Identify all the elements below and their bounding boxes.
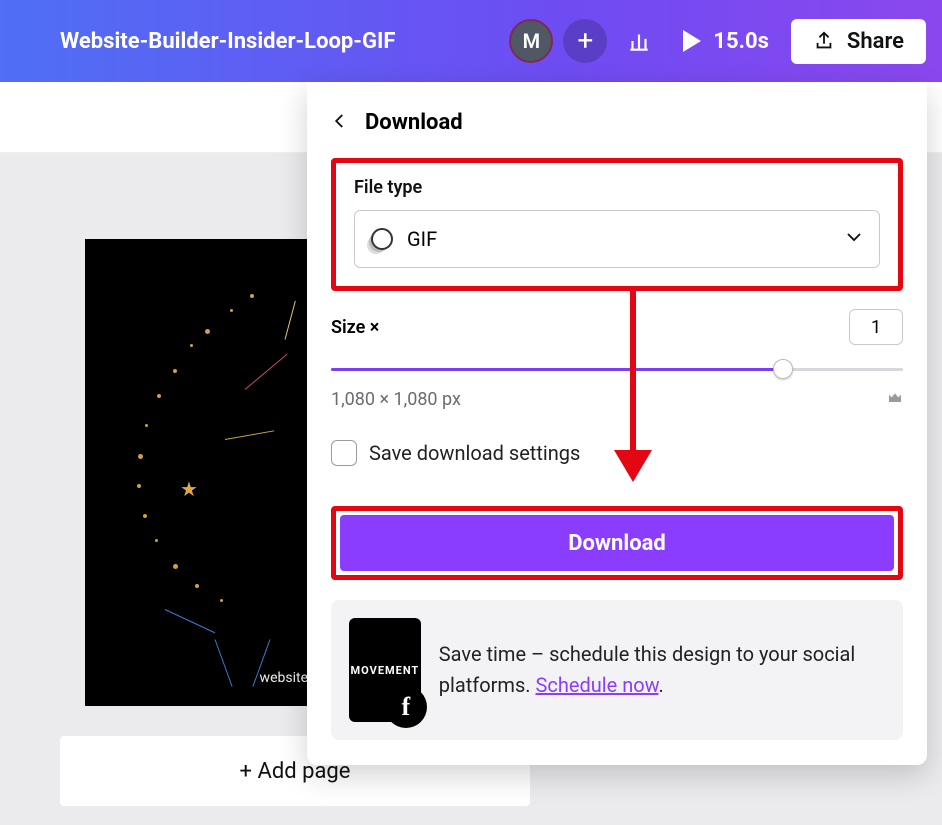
sparkle-dot [195,584,199,588]
sparkle-dot [190,344,193,347]
play-icon [683,30,701,52]
star-icon: ★ [180,477,198,501]
duration-text: 15.0s [713,29,769,54]
sparkle-dot [145,424,148,427]
size-slider[interactable] [331,359,903,379]
file-type-select[interactable]: GIF [354,210,880,268]
download-button[interactable]: Download [340,515,894,571]
dimensions-text: 1,080 × 1,080 px [331,389,461,410]
sparkle-dot [157,394,161,398]
dimensions-row: 1,080 × 1,080 px [331,389,903,410]
sparkle-dot [173,564,178,569]
design-title[interactable]: Website-Builder-Insider-Loop-GIF [16,29,499,54]
user-avatar[interactable]: M [509,19,553,63]
promo-thumbnail: MOVEMENT f [349,618,421,722]
play-duration-button[interactable]: 15.0s [671,29,781,54]
download-panel: Download File type GIF Size × 1,080 × 1,… [307,82,927,765]
gif-icon [371,228,393,250]
spark-line [225,430,274,440]
slider-thumb[interactable] [773,359,793,379]
sparkle-dot [250,294,254,298]
promo-text-suffix: . [659,673,664,697]
annotation-download-highlight: Download [331,506,903,580]
back-button[interactable] [331,107,349,137]
sparkle-dot [230,309,233,312]
spark-line [215,639,233,686]
sparkle-dot [205,329,210,334]
sparkle-dot [220,599,223,602]
sparkle-dot [155,539,158,542]
size-label: Size × [331,317,379,338]
promo-text: Save time – schedule this design to your… [439,639,885,701]
file-type-value: GIF [407,227,437,251]
top-bar: Website-Builder-Insider-Loop-GIF M + 15.… [0,0,942,82]
spark-line [165,609,215,633]
schedule-now-link[interactable]: Schedule now [536,673,659,697]
chevron-down-icon [845,227,863,251]
sparkle-dot [173,369,177,373]
bar-chart-icon [626,28,652,54]
facebook-badge: f [385,686,427,728]
panel-title: Download [365,110,463,135]
size-row: Size × [331,309,903,345]
upload-icon [813,30,835,52]
share-button[interactable]: Share [791,19,926,64]
spark-line [245,354,288,390]
file-type-label: File type [354,177,880,198]
promo-thumb-text: MOVEMENT [351,664,420,677]
save-settings-checkbox[interactable] [331,440,357,466]
spark-line [285,301,296,340]
sparkle-dot [143,514,147,518]
panel-header: Download [331,98,903,146]
insights-button[interactable] [617,19,661,63]
facebook-icon: f [401,692,410,722]
slider-fill [331,368,783,371]
save-settings-row: Save download settings [331,440,903,466]
plus-icon: + [577,27,593,55]
schedule-promo: MOVEMENT f Save time – schedule this des… [331,600,903,740]
annotation-filetype-highlight: File type GIF [331,158,903,291]
save-settings-label: Save download settings [369,441,580,465]
sparkle-dot [138,454,143,459]
sparkle-dot [137,484,141,488]
size-input[interactable] [849,309,903,345]
add-collaborator-button[interactable]: + [563,19,607,63]
chevron-left-icon [331,112,349,130]
crown-icon [887,390,903,410]
share-label: Share [847,29,904,54]
